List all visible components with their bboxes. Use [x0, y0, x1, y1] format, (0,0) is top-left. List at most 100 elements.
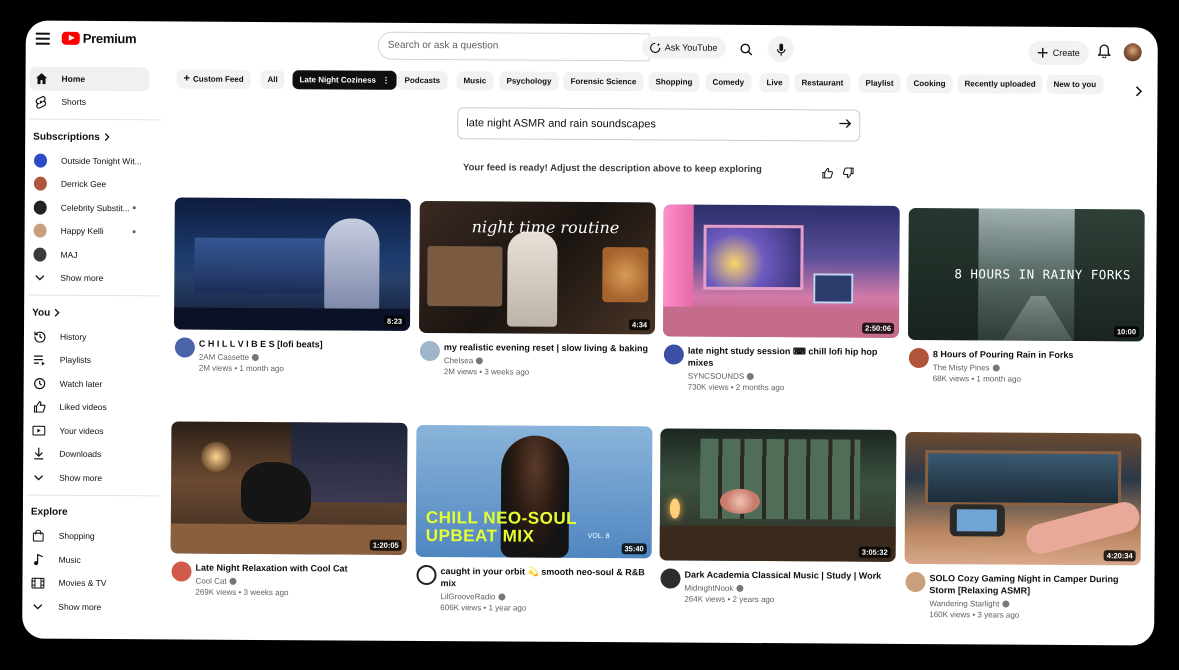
chip-recently-uploaded[interactable]: Recently uploaded [957, 74, 1043, 94]
chip-restaurant[interactable]: Restaurant [794, 73, 851, 93]
video-card[interactable]: 4:20:34 SOLO Cozy Gaming Night in Camper… [904, 431, 1142, 620]
account-avatar[interactable] [1123, 43, 1142, 62]
sidebar-item-downloads[interactable]: Downloads [23, 442, 159, 466]
notifications-button[interactable] [1097, 44, 1112, 63]
search-input[interactable]: Search or ask a question [377, 31, 650, 62]
sidebar-item-your-videos[interactable]: Your videos [23, 419, 159, 443]
video-card[interactable]: 8 HOURS IN RAINY FORKS 10:00 8 Hours of … [907, 207, 1145, 384]
sidebar-label: Watch later [59, 378, 103, 389]
sidebar-channel[interactable]: Derrick Gee [25, 172, 161, 196]
channel-name[interactable]: The Misty Pines [933, 363, 1144, 373]
subscriptions-heading[interactable]: Subscriptions [25, 125, 161, 150]
sidebar-item-movies[interactable]: Movies & TV [22, 571, 158, 595]
video-card[interactable]: CHILL NEO-SOUL UPBEAT MIX VOL. 8 35:40 c… [415, 424, 653, 613]
chip-custom-feed[interactable]: + Custom Feed [176, 69, 251, 89]
sidebar-label: Playlists [59, 355, 92, 366]
chip-podcasts[interactable]: Podcasts [397, 70, 448, 91]
sidebar-item-shopping[interactable]: Shopping [23, 524, 159, 548]
video-title[interactable]: SOLO Cozy Gaming Night in Camper During … [929, 572, 1140, 597]
channel-name[interactable]: SYNCSOUNDS [688, 372, 899, 382]
channel-avatar [34, 153, 48, 168]
show-more-subscriptions[interactable]: Show more [24, 266, 160, 290]
chip-shopping[interactable]: Shopping [648, 72, 700, 92]
video-card[interactable]: 3:05:32 Dark Academia Classical Music | … [659, 428, 897, 604]
video-thumbnail[interactable]: CHILL NEO-SOUL UPBEAT MIX VOL. 8 35:40 [415, 424, 653, 559]
sidebar-label: Your videos [59, 425, 104, 436]
chip-playlist[interactable]: Playlist [858, 73, 901, 93]
video-stats: 2M views • 1 month ago [198, 363, 284, 374]
sidebar-item-liked-videos[interactable]: Liked videos [23, 395, 159, 419]
sidebar-channel[interactable]: Celebrity Substit... [25, 196, 161, 220]
search-button[interactable] [733, 36, 759, 62]
chip-late-night-coziness[interactable]: Late Night Coziness ⋮ [292, 70, 398, 90]
video-thumbnail[interactable]: 2:50:06 [662, 204, 900, 338]
video-card[interactable]: 1:20:05 Late Night Relaxation with Cool … [170, 421, 408, 597]
chip-live[interactable]: Live [759, 73, 790, 93]
channel-avatar[interactable] [416, 564, 437, 586]
chip-new-to-you[interactable]: New to you [1046, 74, 1104, 95]
ask-youtube-button[interactable]: Ask YouTube [641, 36, 726, 59]
channel-name[interactable]: Cool Cat [195, 577, 406, 587]
video-title[interactable]: 8 Hours of Pouring Rain in Forks [933, 348, 1144, 361]
video-title[interactable]: Late Night Relaxation with Cool Cat [196, 562, 407, 575]
sidebar-item-playlists[interactable]: Playlists [24, 348, 160, 372]
channel-avatar[interactable] [905, 571, 926, 593]
channel-name[interactable]: Chelsea [444, 356, 655, 366]
show-more-explore[interactable]: Show more [22, 595, 158, 619]
you-heading[interactable]: You [24, 301, 160, 326]
video-title[interactable]: Dark Academia Classical Music | Study | … [684, 569, 895, 582]
video-card[interactable]: 2:50:06 late night study session ⌨ chill… [662, 204, 900, 392]
channel-avatar[interactable] [908, 347, 929, 369]
shorts-icon [34, 95, 47, 109]
video-thumbnail[interactable]: night time routine 4:34 [418, 200, 656, 335]
sidebar-item-shorts[interactable]: Shorts [25, 90, 161, 114]
voice-search-button[interactable] [767, 36, 794, 63]
menu-icon[interactable] [35, 32, 50, 45]
thumbnail-overlay-text: 8 HOURS IN RAINY FORKS [954, 266, 1131, 283]
chip-cooking[interactable]: Cooking [906, 73, 953, 94]
chip-forensic-science[interactable]: Forensic Science [563, 71, 644, 92]
youtube-logo[interactable]: Premium [61, 31, 136, 46]
sidebar-channel[interactable]: MAJ [24, 243, 160, 267]
channel-name[interactable]: LilGrooveRadio [440, 592, 651, 602]
video-thumbnail[interactable]: 4:20:34 [904, 431, 1142, 566]
channel-name[interactable]: 2AM Cassette [199, 353, 410, 363]
submit-arrow-icon[interactable] [839, 111, 852, 141]
video-title[interactable]: C H I L L V I B E S [lofi beats] [199, 338, 410, 351]
music-note-icon [32, 553, 45, 566]
video-thumbnail[interactable]: 3:05:32 [659, 428, 897, 562]
video-title[interactable]: caught in your orbit 💫 smooth neo-soul &… [440, 565, 651, 590]
sidebar-item-watch-later[interactable]: Watch later [24, 372, 160, 396]
channel-name[interactable]: Wandering Starlight [929, 599, 1140, 609]
chip-psychology[interactable]: Psychology [499, 71, 559, 91]
create-button[interactable]: Create [1028, 40, 1089, 66]
sidebar-channel[interactable]: Outside Tonight Wit... [25, 149, 161, 173]
sidebar-item-home[interactable]: Home [29, 66, 150, 91]
channel-name: MAJ [60, 249, 78, 260]
video-card[interactable]: 8:23 C H I L L V I B E S [lofi beats] 2A… [174, 197, 411, 373]
channel-avatar[interactable] [171, 561, 192, 582]
video-thumbnail[interactable]: 8:23 [174, 197, 411, 331]
video-title[interactable]: late night study session ⌨ chill lofi hi… [688, 345, 899, 370]
channel-name: Derrick Gee [60, 179, 107, 190]
show-more-you[interactable]: Show more [23, 466, 159, 490]
channel-avatar[interactable] [663, 344, 684, 365]
feed-like-button[interactable] [822, 165, 833, 183]
chip-music[interactable]: Music [456, 71, 494, 91]
channel-avatar[interactable] [419, 340, 440, 362]
video-thumbnail[interactable]: 1:20:05 [170, 421, 408, 555]
channel-avatar[interactable] [174, 337, 195, 358]
video-title[interactable]: my realistic evening reset | slow living… [444, 341, 655, 354]
channel-name[interactable]: MidnightNook [684, 584, 895, 594]
chip-comedy[interactable]: Comedy [705, 72, 752, 92]
sidebar-item-music[interactable]: Music [23, 548, 159, 572]
feed-prompt-input[interactable]: late night ASMR and rain soundscapes [457, 107, 861, 142]
feed-dislike-button[interactable] [842, 166, 854, 184]
chip-all[interactable]: All [260, 69, 285, 90]
sidebar-item-history[interactable]: History [24, 325, 160, 349]
chips-next-button[interactable] [1135, 83, 1143, 101]
video-card[interactable]: night time routine 4:34 my realistic eve… [418, 200, 656, 377]
sidebar-channel[interactable]: Happy Kelli [25, 219, 161, 243]
video-thumbnail[interactable]: 8 HOURS IN RAINY FORKS 10:00 [907, 207, 1145, 342]
channel-avatar[interactable] [660, 568, 681, 589]
